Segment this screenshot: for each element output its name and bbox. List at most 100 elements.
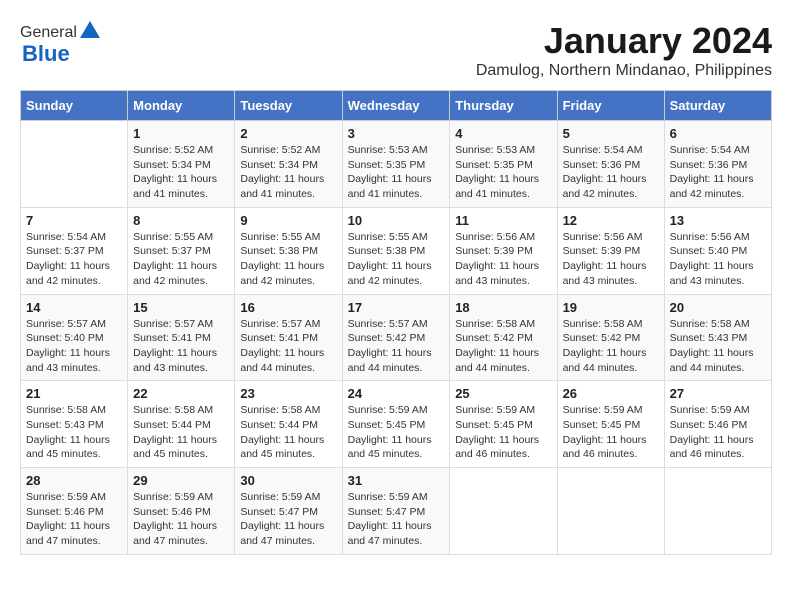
header-day-monday: Monday xyxy=(128,91,235,121)
day-cell: 27 Sunrise: 5:59 AM Sunset: 5:46 PM Dayli… xyxy=(664,381,771,468)
day-cell: 18Sunrise: 5:58 AM Sunset: 5:42 PM Dayli… xyxy=(450,294,557,381)
day-number: 9 xyxy=(240,213,336,228)
day-cell: 21 Sunrise: 5:58 AM Sunset: 5:43 PM Dayli… xyxy=(21,381,128,468)
day-number: 26 xyxy=(563,386,659,401)
day-info: Sunrise: 5:58 AM Sunset: 5:42 PM Dayligh… xyxy=(563,317,659,376)
header-day-sunday: Sunday xyxy=(21,91,128,121)
day-number: 30 xyxy=(240,473,336,488)
day-number: 11 xyxy=(455,213,551,228)
day-number: 14 xyxy=(26,300,122,315)
day-info: Sunrise: 5:59 AM Sunset: 5:47 PM Dayligh… xyxy=(348,490,445,549)
day-cell: 9 Sunrise: 5:55 AM Sunset: 5:38 PM Daylig… xyxy=(235,207,342,294)
day-info: Sunrise: 5:55 AM Sunset: 5:38 PM Dayligh… xyxy=(240,230,336,289)
day-number: 31 xyxy=(348,473,445,488)
day-cell: 31 Sunrise: 5:59 AM Sunset: 5:47 PM Dayli… xyxy=(342,468,450,555)
day-info: Sunrise: 5:59 AM Sunset: 5:46 PM Dayligh… xyxy=(26,490,122,549)
day-info: Sunrise: 5:59 AM Sunset: 5:46 PM Dayligh… xyxy=(133,490,229,549)
day-cell: 26 Sunrise: 5:59 AM Sunset: 5:45 PM Dayli… xyxy=(557,381,664,468)
day-cell: 12Sunrise: 5:56 AM Sunset: 5:39 PM Dayli… xyxy=(557,207,664,294)
day-info: Sunrise: 5:58 AM Sunset: 5:43 PM Dayligh… xyxy=(670,317,766,376)
day-info: Sunrise: 5:59 AM Sunset: 5:45 PM Dayligh… xyxy=(348,403,445,462)
title-area: January 2024 Damulog, Northern Mindanao,… xyxy=(476,20,772,80)
day-info: Sunrise: 5:56 AM Sunset: 5:39 PM Dayligh… xyxy=(563,230,659,289)
header-day-friday: Friday xyxy=(557,91,664,121)
day-number: 20 xyxy=(670,300,766,315)
day-cell: 10 Sunrise: 5:55 AM Sunset: 5:38 PM Dayli… xyxy=(342,207,450,294)
day-info: Sunrise: 5:53 AM Sunset: 5:35 PM Dayligh… xyxy=(348,143,445,202)
day-cell: 4 Sunrise: 5:53 AM Sunset: 5:35 PM Daylig… xyxy=(450,121,557,208)
day-info: Sunrise: 5:59 AM Sunset: 5:46 PM Dayligh… xyxy=(670,403,766,462)
day-cell xyxy=(450,468,557,555)
day-number: 22 xyxy=(133,386,229,401)
day-info: Sunrise: 5:57 AM Sunset: 5:41 PM Dayligh… xyxy=(240,317,336,376)
day-cell: 1 Sunrise: 5:52 AM Sunset: 5:34 PM Daylig… xyxy=(128,121,235,208)
calendar-body: 1 Sunrise: 5:52 AM Sunset: 5:34 PM Daylig… xyxy=(21,121,772,555)
day-cell: 28Sunrise: 5:59 AM Sunset: 5:46 PM Dayli… xyxy=(21,468,128,555)
logo-general-text: General xyxy=(20,24,77,42)
day-cell: 30 Sunrise: 5:59 AM Sunset: 5:47 PM Dayli… xyxy=(235,468,342,555)
day-info: Sunrise: 5:59 AM Sunset: 5:45 PM Dayligh… xyxy=(455,403,551,462)
day-info: Sunrise: 5:58 AM Sunset: 5:44 PM Dayligh… xyxy=(240,403,336,462)
day-number: 29 xyxy=(133,473,229,488)
main-title: January 2024 xyxy=(476,20,772,62)
day-number: 2 xyxy=(240,126,336,141)
day-cell: 29 Sunrise: 5:59 AM Sunset: 5:46 PM Dayli… xyxy=(128,468,235,555)
day-number: 13 xyxy=(670,213,766,228)
day-number: 18 xyxy=(455,300,551,315)
day-cell: 16Sunrise: 5:57 AM Sunset: 5:41 PM Dayli… xyxy=(235,294,342,381)
day-info: Sunrise: 5:57 AM Sunset: 5:42 PM Dayligh… xyxy=(348,317,445,376)
week-row-4: 21 Sunrise: 5:58 AM Sunset: 5:43 PM Dayli… xyxy=(21,381,772,468)
day-cell: 17 Sunrise: 5:57 AM Sunset: 5:42 PM Dayli… xyxy=(342,294,450,381)
day-info: Sunrise: 5:54 AM Sunset: 5:36 PM Dayligh… xyxy=(670,143,766,202)
day-cell: 20 Sunrise: 5:58 AM Sunset: 5:43 PM Dayli… xyxy=(664,294,771,381)
day-cell: 13 Sunrise: 5:56 AM Sunset: 5:40 PM Dayli… xyxy=(664,207,771,294)
day-info: Sunrise: 5:59 AM Sunset: 5:47 PM Dayligh… xyxy=(240,490,336,549)
day-number: 3 xyxy=(348,126,445,141)
day-info: Sunrise: 5:54 AM Sunset: 5:36 PM Dayligh… xyxy=(563,143,659,202)
day-info: Sunrise: 5:57 AM Sunset: 5:41 PM Dayligh… xyxy=(133,317,229,376)
logo-blue-text: Blue xyxy=(22,41,70,67)
day-info: Sunrise: 5:56 AM Sunset: 5:40 PM Dayligh… xyxy=(670,230,766,289)
day-info: Sunrise: 5:55 AM Sunset: 5:37 PM Dayligh… xyxy=(133,230,229,289)
week-row-5: 28Sunrise: 5:59 AM Sunset: 5:46 PM Dayli… xyxy=(21,468,772,555)
day-cell: 24Sunrise: 5:59 AM Sunset: 5:45 PM Dayli… xyxy=(342,381,450,468)
day-info: Sunrise: 5:53 AM Sunset: 5:35 PM Dayligh… xyxy=(455,143,551,202)
week-row-1: 1 Sunrise: 5:52 AM Sunset: 5:34 PM Daylig… xyxy=(21,121,772,208)
day-number: 15 xyxy=(133,300,229,315)
day-number: 27 xyxy=(670,386,766,401)
day-cell: 11Sunrise: 5:56 AM Sunset: 5:39 PM Dayli… xyxy=(450,207,557,294)
week-row-3: 14Sunrise: 5:57 AM Sunset: 5:40 PM Dayli… xyxy=(21,294,772,381)
day-info: Sunrise: 5:58 AM Sunset: 5:43 PM Dayligh… xyxy=(26,403,122,462)
day-number: 5 xyxy=(563,126,659,141)
header-day-wednesday: Wednesday xyxy=(342,91,450,121)
day-number: 4 xyxy=(455,126,551,141)
day-info: Sunrise: 5:54 AM Sunset: 5:37 PM Dayligh… xyxy=(26,230,122,289)
day-info: Sunrise: 5:59 AM Sunset: 5:45 PM Dayligh… xyxy=(563,403,659,462)
header-day-tuesday: Tuesday xyxy=(235,91,342,121)
calendar-table: SundayMondayTuesdayWednesdayThursdayFrid… xyxy=(20,90,772,555)
day-cell: 14Sunrise: 5:57 AM Sunset: 5:40 PM Dayli… xyxy=(21,294,128,381)
day-number: 19 xyxy=(563,300,659,315)
day-number: 1 xyxy=(133,126,229,141)
day-number: 10 xyxy=(348,213,445,228)
header: General Blue January 2024 Damulog, North… xyxy=(20,20,772,80)
day-cell: 8 Sunrise: 5:55 AM Sunset: 5:37 PM Daylig… xyxy=(128,207,235,294)
week-row-2: 7 Sunrise: 5:54 AM Sunset: 5:37 PM Daylig… xyxy=(21,207,772,294)
logo-triangle-icon xyxy=(79,20,101,40)
day-cell: 15 Sunrise: 5:57 AM Sunset: 5:41 PM Dayli… xyxy=(128,294,235,381)
day-cell: 5 Sunrise: 5:54 AM Sunset: 5:36 PM Daylig… xyxy=(557,121,664,208)
day-info: Sunrise: 5:55 AM Sunset: 5:38 PM Dayligh… xyxy=(348,230,445,289)
header-row: SundayMondayTuesdayWednesdayThursdayFrid… xyxy=(21,91,772,121)
day-cell: 6Sunrise: 5:54 AM Sunset: 5:36 PM Daylig… xyxy=(664,121,771,208)
day-info: Sunrise: 5:58 AM Sunset: 5:44 PM Dayligh… xyxy=(133,403,229,462)
day-number: 7 xyxy=(26,213,122,228)
day-number: 17 xyxy=(348,300,445,315)
day-info: Sunrise: 5:52 AM Sunset: 5:34 PM Dayligh… xyxy=(133,143,229,202)
day-cell: 22 Sunrise: 5:58 AM Sunset: 5:44 PM Dayli… xyxy=(128,381,235,468)
subtitle: Damulog, Northern Mindanao, Philippines xyxy=(476,62,772,80)
day-number: 23 xyxy=(240,386,336,401)
day-number: 21 xyxy=(26,386,122,401)
day-number: 8 xyxy=(133,213,229,228)
header-day-saturday: Saturday xyxy=(664,91,771,121)
day-cell xyxy=(664,468,771,555)
